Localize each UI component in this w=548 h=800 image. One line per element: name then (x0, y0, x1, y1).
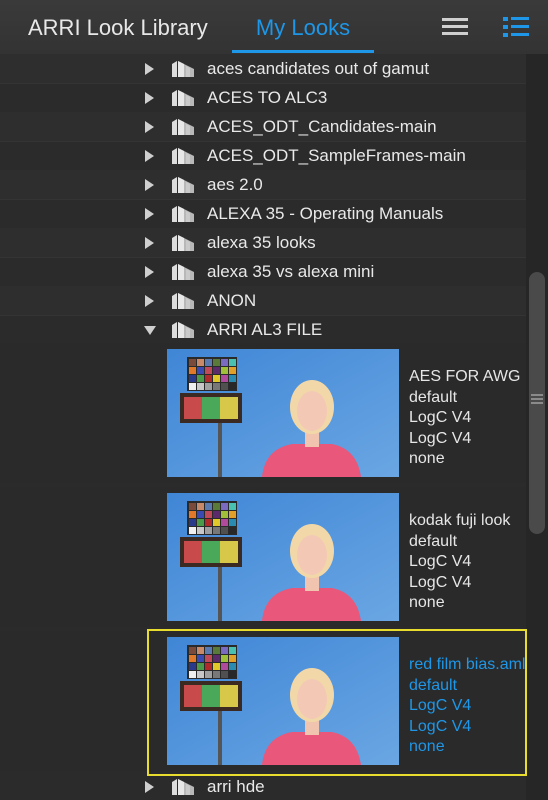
folder-icon (172, 61, 194, 77)
folder-label: ACES TO ALC3 (207, 88, 328, 107)
folder-label: alexa 35 vs alexa mini (207, 262, 375, 281)
look-extra: none (409, 450, 445, 467)
folder-row[interactable]: ACES TO ALC3 (0, 83, 526, 113)
selection-highlight (147, 629, 527, 776)
menu-icon[interactable] (442, 16, 468, 38)
scrollbar-grip (531, 394, 543, 396)
look-thumbnail[interactable] (167, 493, 399, 621)
look-output-colorspace: LogC V4 (409, 429, 472, 447)
tab-my-looks[interactable]: My Looks (232, 0, 374, 53)
look-input-colorspace: LogC V4 (409, 553, 472, 570)
look-preset: default (409, 532, 458, 550)
expand-arrow-icon[interactable] (145, 237, 154, 249)
folder-icon (172, 119, 194, 135)
scrollbar-grip (531, 398, 543, 400)
folder-icon (172, 264, 194, 280)
folder-row[interactable]: aces candidates out of gamut (0, 54, 526, 84)
expand-arrow-icon[interactable] (145, 92, 154, 104)
expand-arrow-icon[interactable] (145, 150, 154, 162)
folder-label: ANON (207, 291, 257, 310)
folder-row[interactable]: ACES_ODT_Candidates-main (0, 112, 526, 142)
look-details: kodak fuji look default LogC V4 LogC V4 none (409, 511, 526, 614)
folder-row[interactable]: ALEXA 35 - Operating Manuals (0, 199, 526, 229)
folder-label: arri hde (207, 777, 265, 796)
look-name: AES FOR AWG (409, 368, 521, 385)
folder-row[interactable]: alexa 35 vs alexa mini (0, 257, 526, 287)
folder-icon (172, 322, 194, 338)
folder-icon (172, 779, 194, 795)
folder-label: ACES_ODT_Candidates-main (207, 117, 437, 136)
look-input-colorspace: LogC V4 (409, 409, 472, 426)
folder-icon (172, 206, 194, 222)
folder-icon (172, 177, 194, 193)
folder-row[interactable]: ACES_ODT_SampleFrames-main (0, 141, 526, 171)
folder-row[interactable]: arri hde (0, 772, 526, 800)
folder-row[interactable]: aes 2.0 (0, 170, 526, 200)
collapse-arrow-icon[interactable] (144, 326, 156, 335)
list-view-icon[interactable] (503, 16, 529, 38)
expand-arrow-icon[interactable] (145, 63, 154, 75)
folder-icon (172, 293, 194, 309)
expand-arrow-icon[interactable] (145, 295, 154, 307)
scrollbar-grip (531, 402, 543, 404)
expand-arrow-icon[interactable] (145, 781, 154, 793)
folder-row-expanded[interactable]: ARRI AL3 FILE (0, 315, 526, 345)
expand-arrow-icon[interactable] (145, 208, 154, 220)
folder-icon (172, 235, 194, 251)
folder-label: aces candidates out of gamut (207, 59, 430, 78)
look-extra: none (409, 594, 445, 611)
folder-row[interactable]: alexa 35 looks (0, 228, 526, 258)
look-item[interactable]: kodak fuji look default LogC V4 LogC V4 none (0, 487, 526, 627)
look-item[interactable]: AES FOR AWG default LogC V4 LogC V4 none (0, 343, 526, 483)
folder-label: ACES_ODT_SampleFrames-main (207, 146, 466, 165)
expand-arrow-icon[interactable] (145, 179, 154, 191)
folder-icon (172, 90, 194, 106)
tab-arri-look-library[interactable]: ARRI Look Library (28, 0, 208, 52)
folder-label: ALEXA 35 - Operating Manuals (207, 204, 444, 223)
expand-arrow-icon[interactable] (145, 266, 154, 278)
look-thumbnail[interactable] (167, 349, 399, 477)
look-output-colorspace: LogC V4 (409, 573, 472, 591)
folder-label: aes 2.0 (207, 175, 263, 194)
folder-row[interactable]: ANON (0, 286, 526, 316)
top-bar: ARRI Look Library My Looks (0, 0, 548, 55)
expand-arrow-icon[interactable] (145, 121, 154, 133)
folder-icon (172, 148, 194, 164)
folder-label: ARRI AL3 FILE (207, 320, 323, 339)
look-preset: default (409, 388, 458, 406)
look-details: AES FOR AWG default LogC V4 LogC V4 none (409, 367, 526, 470)
folder-label: alexa 35 looks (207, 233, 316, 252)
look-name: kodak fuji look (409, 512, 511, 529)
